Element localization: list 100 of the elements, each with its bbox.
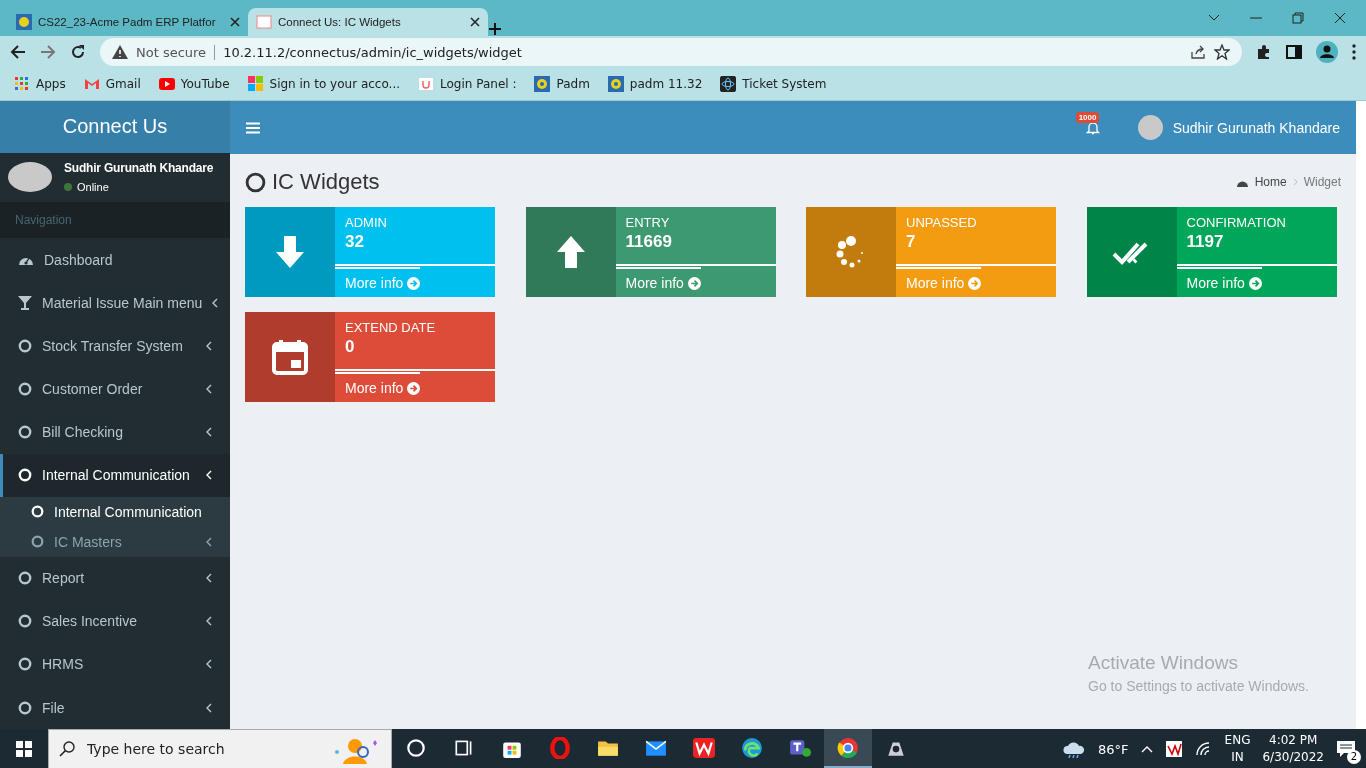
star-icon[interactable] — [1214, 44, 1230, 60]
notification-count: 2 — [1347, 750, 1361, 764]
sidebar-item[interactable]: File — [0, 685, 230, 729]
apps-grid-icon — [14, 76, 30, 92]
swirl-icon[interactable] — [741, 736, 763, 759]
puzzle-icon[interactable] — [1256, 44, 1272, 60]
windows-start-icon[interactable] — [16, 741, 32, 757]
address-bar[interactable]: Not secure 10.2.11.2/connectus/admin/ic_widgets/widget — [100, 38, 1242, 66]
submenu-item[interactable]: IC Masters — [0, 526, 230, 557]
app-brand[interactable]: Connect Us — [0, 101, 230, 153]
sidebar-item[interactable]: Dashboard — [0, 238, 230, 282]
arrow-circle-icon — [407, 381, 421, 395]
side-panel-icon[interactable] — [1286, 44, 1302, 60]
chevron-left-icon — [206, 616, 212, 627]
bookmark[interactable]: Sign in to your acco... — [247, 76, 401, 92]
circle-icon[interactable] — [405, 736, 427, 759]
language-indicator[interactable]: IN — [1224, 749, 1251, 766]
close-icon[interactable] — [1334, 12, 1346, 24]
back-icon[interactable] — [10, 44, 26, 60]
bookmark[interactable]: Padm — [534, 76, 590, 92]
bookmark[interactable]: YouTube — [158, 76, 230, 92]
sidebar-item[interactable]: HRMS — [0, 642, 230, 686]
restore-icon[interactable] — [1292, 12, 1304, 24]
search-icon — [59, 741, 75, 757]
circle-icon — [18, 700, 32, 715]
search-input[interactable]: Type here to search — [85, 740, 321, 758]
profile-icon[interactable] — [1316, 41, 1338, 63]
filter-icon — [18, 295, 32, 310]
widget-label: CONFIRMATION — [1185, 214, 1287, 230]
reload-icon[interactable] — [70, 44, 86, 60]
more-info-link[interactable]: More info — [615, 267, 701, 297]
sidebar-item[interactable]: Report — [0, 556, 230, 600]
taskbar-app[interactable] — [824, 729, 872, 768]
breadcrumb-link[interactable]: Home — [1254, 175, 1287, 189]
notification-badge: 1000 — [1075, 111, 1100, 123]
forward-icon[interactable] — [40, 44, 56, 60]
submenu-item[interactable]: Internal Communication — [0, 496, 230, 527]
sidebar-item[interactable]: Bill Checking — [0, 410, 230, 454]
bookmark[interactable]: Login Panel : — [418, 76, 517, 92]
site-icon — [16, 14, 32, 30]
chevron-left-icon — [212, 297, 219, 308]
browser-logo-icon[interactable] — [837, 736, 859, 759]
bookmark[interactable]: Ticket System — [720, 76, 827, 92]
chevron-up-icon[interactable] — [1140, 745, 1153, 753]
chevron-down-icon[interactable] — [1208, 14, 1220, 22]
more-info-link[interactable]: More info — [335, 372, 421, 402]
ring-icon[interactable] — [549, 736, 571, 759]
widget-value: 1197 — [1185, 231, 1225, 252]
share-icon[interactable] — [1190, 44, 1206, 60]
circle-icon — [18, 338, 32, 353]
calendar-icon — [270, 337, 310, 377]
avatar — [8, 162, 52, 193]
widget-label: EXTEND DATE — [344, 319, 437, 335]
circle-icon — [18, 468, 32, 483]
status-dot — [64, 183, 72, 192]
chevron-left-icon — [206, 536, 212, 547]
close-icon[interactable] — [230, 17, 240, 27]
widget-value: 11669 — [624, 231, 673, 252]
bookmark[interactable]: Gmail — [83, 76, 141, 92]
bookmark[interactable]: Apps — [14, 76, 66, 92]
chevron-left-icon — [206, 659, 212, 670]
new-tab-icon[interactable] — [488, 22, 502, 36]
weather-temperature: 86°F — [1098, 741, 1129, 757]
bell-icon[interactable] — [1085, 120, 1100, 135]
sidebar-item[interactable]: Sales Incentive — [0, 599, 230, 643]
language-indicator[interactable]: ENG — [1224, 732, 1251, 749]
sidebar-item[interactable]: Customer Order — [0, 367, 230, 411]
chevron-left-icon — [206, 702, 212, 713]
site-icon — [256, 14, 272, 30]
clock-date[interactable]: 6/30/2022 — [1262, 749, 1324, 766]
sidebar-item[interactable]: Material Issue Main menu — [0, 281, 230, 325]
chevron-left-icon — [206, 573, 212, 584]
close-icon[interactable] — [470, 17, 480, 27]
sidebar-item[interactable]: Internal Communication — [0, 453, 230, 497]
activation-title: Activate Windows — [1088, 652, 1239, 674]
avatar — [1137, 115, 1163, 140]
chevron-left-icon — [206, 340, 212, 351]
browser-tab[interactable]: CS22_23-Acme Padm ERP Platfor — [8, 8, 248, 36]
arrow-circle-icon — [1248, 276, 1262, 290]
arrow-circle-icon — [687, 276, 701, 290]
clock-time[interactable]: 4:02 PM — [1262, 732, 1324, 749]
url-text: 10.2.11.2/connectus/admin/ic_widgets/widget — [223, 44, 522, 60]
taskbar-search-field[interactable]: Type here to search — [48, 729, 392, 768]
user-name[interactable]: Sudhir Gurunath Khandare — [1172, 119, 1340, 136]
widget-label: ADMIN — [344, 214, 388, 230]
page-title: IC Widgets — [272, 169, 381, 195]
atom-icon — [720, 76, 737, 92]
mail-icon — [83, 76, 100, 92]
security-icon[interactable] — [1164, 740, 1183, 758]
circle-icon — [31, 535, 44, 549]
widget-value: 7 — [905, 231, 917, 252]
more-icon[interactable] — [1352, 44, 1356, 60]
logo-icon — [418, 76, 435, 92]
browser-tab[interactable]: Connect Us: IC Widgets — [248, 8, 488, 36]
w-logo-icon[interactable] — [693, 736, 715, 759]
chevron-left-icon — [206, 427, 212, 438]
bookmark[interactable]: padm 11.32 — [607, 76, 703, 92]
menu-icon[interactable] — [246, 121, 260, 134]
sidebar-item[interactable]: Stock Transfer System — [0, 324, 230, 368]
circle-icon — [18, 425, 32, 440]
